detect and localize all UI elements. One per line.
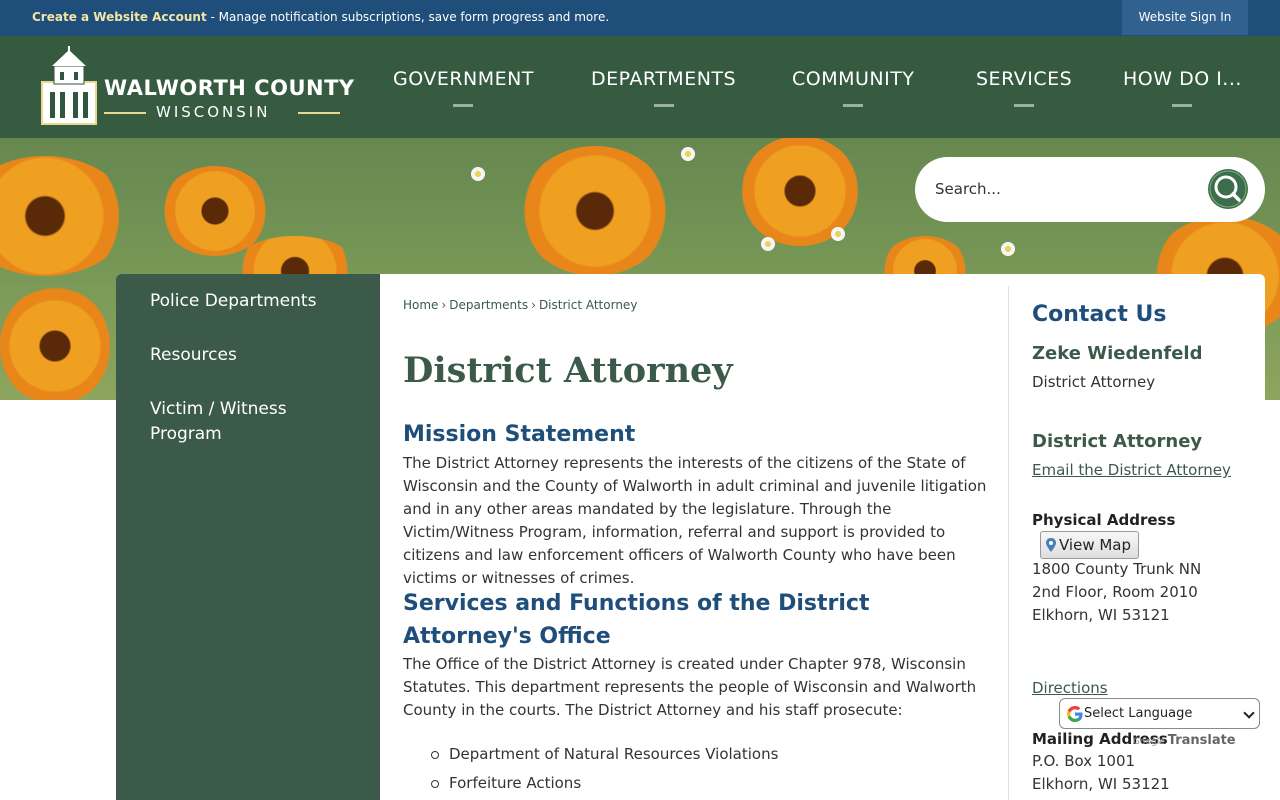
physical-address-label: Physical Address (1032, 511, 1176, 529)
google-wordmark: Google (1133, 737, 1165, 747)
search-box (915, 157, 1265, 222)
account-description: - Manage notification subscriptions, sav… (206, 10, 610, 24)
chevron-down-icon (1243, 707, 1255, 719)
nav-indicator (653, 104, 674, 107)
sign-in-button[interactable]: Website Sign In (1122, 0, 1248, 35)
column-divider (1008, 286, 1009, 800)
nav-label: HOW DO I... (1123, 68, 1242, 90)
address-line-3: Elkhorn, WI 53121 (1032, 606, 1170, 624)
logo-rule (298, 112, 340, 114)
contact-department-heading: District Attorney (1032, 431, 1203, 452)
directions-link[interactable]: Directions (1032, 679, 1262, 697)
nav-services[interactable]: SERVICES (976, 68, 1072, 107)
search-button[interactable] (1208, 169, 1248, 209)
nav-indicator (453, 104, 474, 107)
utility-bar: Create a Website Account - Manage notifi… (0, 0, 1280, 36)
nav-indicator (1014, 104, 1035, 107)
page-title: District Attorney (403, 350, 733, 391)
flower-decoration (0, 156, 130, 276)
breadcrumb-current[interactable]: District Attorney (539, 298, 637, 312)
services-text: The Office of the District Attorney is c… (403, 655, 977, 719)
search-input[interactable] (935, 177, 1195, 201)
sidebar-item-resources[interactable]: Resources (150, 343, 350, 368)
logo-rule (104, 112, 146, 114)
contact-person-name: Zeke Wiedenfeld (1032, 343, 1203, 364)
mailing-line-1: P.O. Box 1001 (1032, 752, 1136, 770)
sidebar-item-police-departments[interactable]: Police Departments (150, 289, 350, 314)
nav-departments[interactable]: DEPARTMENTS (591, 68, 736, 107)
site-header: WALWORTH COUNTY WISCONSIN GOVERNMENT DEP… (0, 36, 1280, 138)
nav-label: DEPARTMENTS (591, 68, 737, 90)
nav-indicator (1172, 104, 1193, 107)
contact-person-title: District Attorney (1032, 373, 1156, 391)
services-heading: Services and Functions of the District A… (403, 591, 870, 649)
logo-state-name: WISCONSIN (156, 103, 271, 121)
daisy-decoration (760, 236, 776, 252)
address-line-2: 2nd Floor, Room 2010 (1032, 583, 1198, 601)
search-icon (1209, 170, 1247, 208)
sidebar-nav: Police Departments Resources Victim / Wi… (116, 274, 380, 800)
flower-decoration (520, 146, 670, 276)
account-message: Create a Website Account - Manage notifi… (32, 10, 609, 24)
map-pin-icon (1046, 538, 1056, 552)
daisy-decoration (680, 146, 696, 162)
mailing-line-2: Elkhorn, WI 53121 (1032, 775, 1170, 793)
google-g-icon (1067, 706, 1083, 722)
flower-decoration (160, 166, 270, 256)
breadcrumb-separator: › (441, 298, 447, 312)
translate-label: Translate (1167, 733, 1236, 748)
mission-text: The District Attorney represents the int… (403, 454, 987, 587)
logo-county-name: WALWORTH COUNTY (104, 76, 355, 100)
daisy-decoration (830, 226, 846, 242)
daisy-decoration (1000, 241, 1016, 257)
view-map-label: View Map (1059, 536, 1132, 554)
google-translate-attribution: Google Translate (1133, 733, 1236, 748)
email-link[interactable]: Email the District Attorney (1032, 461, 1262, 479)
breadcrumb-departments[interactable]: Departments (449, 298, 528, 312)
courthouse-tower-icon (41, 46, 97, 125)
nav-label: GOVERNMENT (393, 68, 534, 90)
nav-indicator (843, 104, 864, 107)
nav-how-do-i[interactable]: HOW DO I... (1123, 68, 1242, 107)
flower-decoration (0, 286, 110, 400)
list-item: Forfeiture Actions (403, 769, 983, 798)
list-item: Department of Natural Resources Violatio… (403, 740, 983, 769)
language-select-label: Select Language (1084, 706, 1193, 721)
breadcrumb: Home › Departments › District Attorney (403, 298, 637, 312)
mission-heading: Mission Statement (403, 422, 636, 447)
prosecution-list: Department of Natural Resources Violatio… (403, 740, 983, 798)
nav-community[interactable]: COMMUNITY (792, 68, 914, 107)
language-select[interactable]: Select Language (1059, 698, 1260, 729)
create-account-link[interactable]: Create a Website Account (32, 10, 207, 24)
breadcrumb-home[interactable]: Home (403, 298, 438, 312)
nav-label: COMMUNITY (792, 68, 915, 90)
nav-label: SERVICES (976, 68, 1073, 90)
sidebar-item-victim-witness-program[interactable]: Victim / Witness Program (150, 397, 350, 447)
contact-heading: Contact Us (1032, 302, 1167, 327)
breadcrumb-separator: › (531, 298, 536, 312)
daisy-decoration (470, 166, 486, 182)
logo-state-row: WISCONSIN (104, 103, 340, 121)
county-logo[interactable]: WALWORTH COUNTY WISCONSIN (40, 46, 354, 128)
nav-government[interactable]: GOVERNMENT (393, 68, 534, 107)
view-map-button[interactable]: View Map (1040, 531, 1139, 559)
address-line-1: 1800 County Trunk NN (1032, 560, 1202, 578)
